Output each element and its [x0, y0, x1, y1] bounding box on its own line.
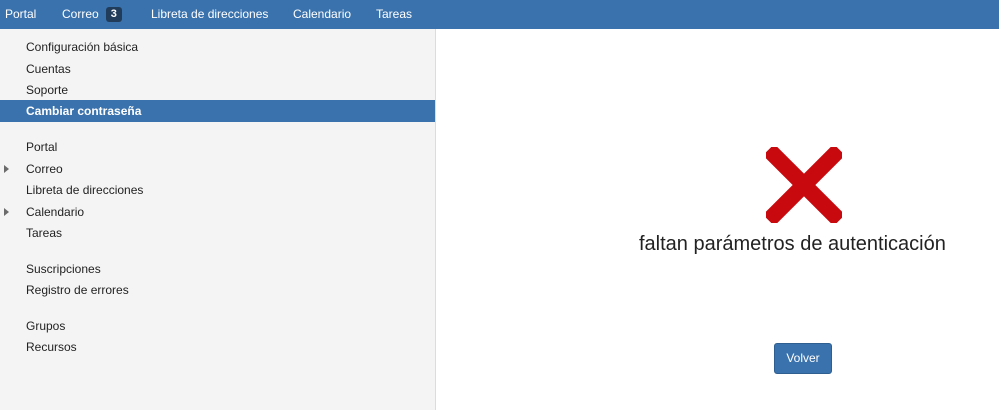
sidebar-item-tareas[interactable]: Tareas: [0, 222, 435, 244]
unread-count-badge: 3: [105, 7, 122, 22]
sidebar-item-correo[interactable]: Correo: [0, 158, 435, 180]
sidebar-item-label: Suscripciones: [26, 262, 101, 276]
sidebar-item-label: Soporte: [26, 83, 69, 97]
back-button[interactable]: Volver: [774, 343, 832, 374]
sidebar-item-registro-de-errores[interactable]: Registro de errores: [0, 279, 435, 301]
nav-item-label: Correo: [62, 7, 99, 21]
nav-item-portal[interactable]: Portal: [5, 0, 36, 29]
sidebar-item-label: Correo: [26, 162, 63, 176]
sidebar-item-suscripciones[interactable]: Suscripciones: [0, 258, 435, 280]
sidebar-item-label: Registro de errores: [26, 283, 129, 297]
expand-arrow-icon[interactable]: [4, 165, 9, 173]
sidebar-item-label: Calendario: [26, 205, 85, 219]
sidebar-item-label: Recursos: [26, 340, 77, 354]
sidebar-item-label: Tareas: [26, 226, 63, 240]
sidebar-item-recursos[interactable]: Recursos: [0, 336, 435, 358]
error-message: faltan parámetros de autenticación: [639, 233, 946, 255]
main-content: faltan parámetros de autenticación Volve…: [436, 29, 999, 410]
sidebar-item-configuracion-basica[interactable]: Configuración básica: [0, 36, 435, 58]
sidebar-item-cambiar-contrasena[interactable]: Cambiar contraseña: [0, 100, 435, 122]
nav-item-label: Calendario: [293, 7, 352, 21]
sidebar-item-label: Cambiar contraseña: [26, 104, 142, 118]
sidebar-item-label: Portal: [26, 140, 58, 154]
sidebar-item-label: Cuentas: [26, 62, 71, 76]
nav-item-libreta[interactable]: Libreta de direcciones: [151, 0, 268, 29]
nav-item-label: Libreta de direcciones: [151, 7, 269, 21]
sidebar-item-portal[interactable]: Portal: [0, 136, 435, 158]
nav-item-label: Tareas: [376, 7, 413, 21]
nav-item-calendario[interactable]: Calendario: [293, 0, 351, 29]
expand-arrow-icon[interactable]: [4, 208, 9, 216]
nav-item-correo[interactable]: Correo 3: [62, 0, 122, 29]
sidebar-item-libreta-de-direcciones[interactable]: Libreta de direcciones: [0, 179, 435, 201]
sidebar-item-grupos[interactable]: Grupos: [0, 315, 435, 337]
sidebar-item-label: Configuración básica: [26, 40, 139, 54]
sidebar-item-cuentas[interactable]: Cuentas: [0, 58, 435, 80]
nav-item-tareas[interactable]: Tareas: [376, 0, 412, 29]
sidebar-item-soporte[interactable]: Soporte: [0, 79, 435, 101]
sidebar: Configuración básica Cuentas Soporte Cam…: [0, 29, 436, 410]
nav-item-label: Portal: [5, 7, 37, 21]
sidebar-item-label: Libreta de direcciones: [26, 183, 144, 197]
top-navigation-bar: Portal Correo 3 Libreta de direcciones C…: [0, 0, 999, 29]
sidebar-item-calendario[interactable]: Calendario: [0, 201, 435, 223]
sidebar-item-label: Grupos: [26, 319, 66, 333]
close-x-icon: [766, 147, 842, 223]
